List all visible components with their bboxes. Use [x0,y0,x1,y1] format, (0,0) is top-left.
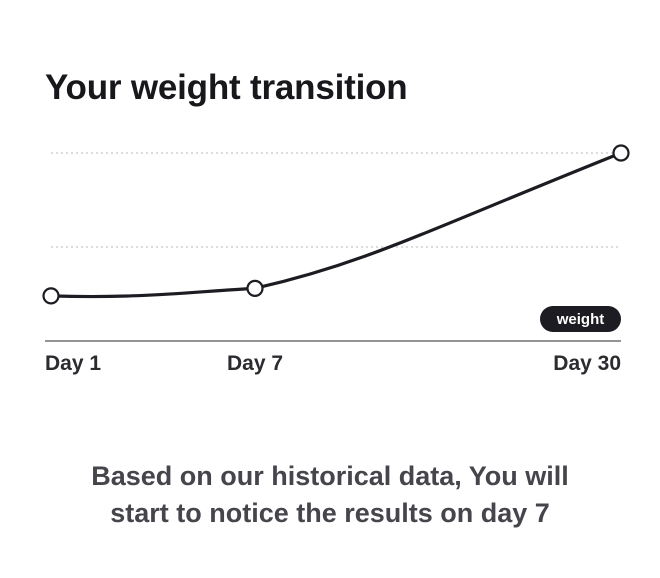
legend-label: weight [556,311,605,328]
data-points [42,144,630,305]
data-point-2 [246,279,264,297]
x-tick-label: Day 30 [553,352,621,375]
result-message-line-1: Based on our historical data, You will [91,461,569,491]
x-axis-ticks: Day 1 Day 7 Day 30 [45,352,621,375]
legend-weight: weight [540,306,621,332]
grid-lines [51,152,621,248]
series-line-weight [49,151,623,299]
result-message-line-2: start to notice the results on day 7 [110,498,550,528]
data-point-3 [612,144,630,162]
x-tick-label: Day 1 [45,352,101,375]
weight-line-chart: Day 1 Day 7 Day 30 weight [42,144,630,375]
result-message: Based on our historical data, You will s… [0,458,660,532]
x-tick-label: Day 7 [227,352,283,375]
data-point-1 [42,287,60,305]
